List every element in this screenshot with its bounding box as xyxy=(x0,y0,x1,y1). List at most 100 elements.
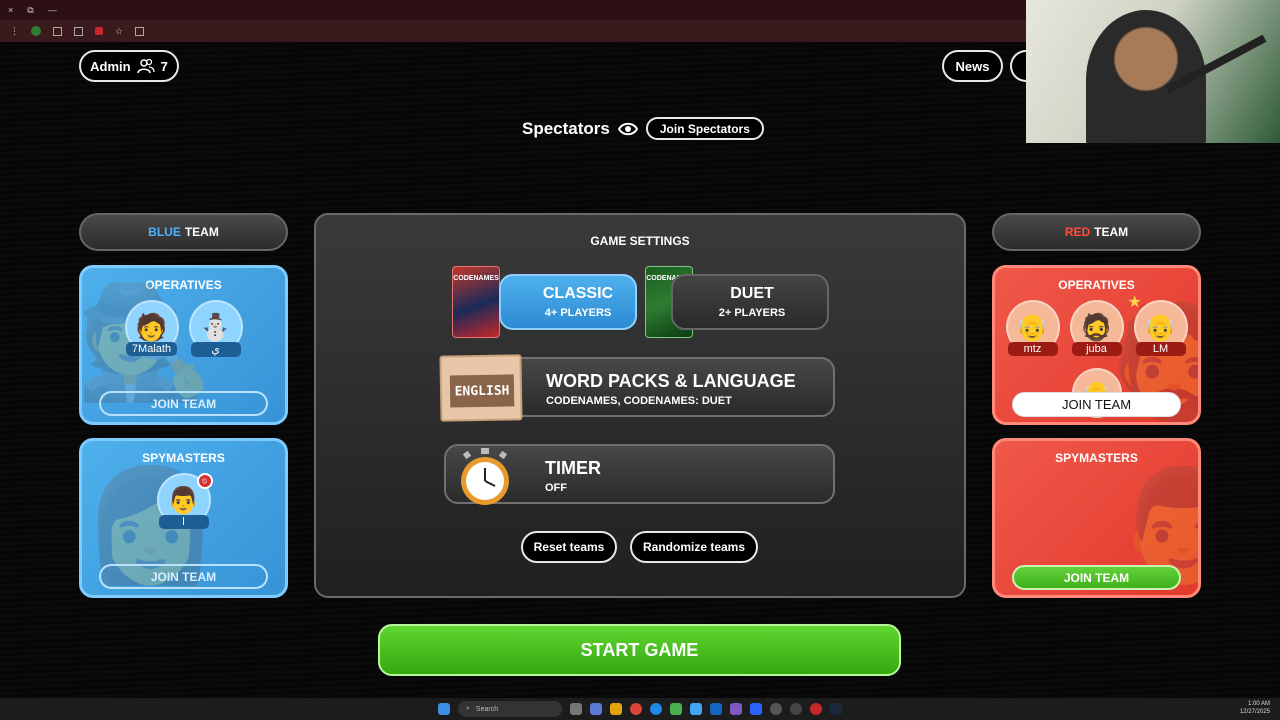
classic-players: 4+ PLAYERS xyxy=(544,307,612,319)
player-name: LM xyxy=(1135,342,1186,356)
app-icon[interactable] xyxy=(790,703,802,715)
spectators-bar: Spectators Join Spectators xyxy=(522,117,764,140)
blue-team-word: TEAM xyxy=(184,225,219,239)
language-card-text: ENGLISH xyxy=(449,374,515,408)
red-team-header: RED TEAM xyxy=(992,213,1201,251)
player-name: juba xyxy=(1071,342,1122,356)
blue-team-header: BLUE TEAM xyxy=(79,213,288,251)
player-avatar[interactable]: 👴 mtz xyxy=(1004,300,1062,356)
player-avatar[interactable]: ⛄ ي xyxy=(187,300,245,357)
news-button[interactable]: News xyxy=(942,50,1003,82)
player-name: l xyxy=(158,515,209,529)
discord-icon[interactable] xyxy=(730,703,742,715)
clock-time: 1:00 AM xyxy=(1247,701,1270,707)
classic-label: CLASSIC xyxy=(542,285,614,302)
game-settings-title: GAME SETTINGS xyxy=(590,234,690,248)
player-face-glyph: 👴 xyxy=(1144,311,1177,342)
blue-operatives-list: 🧑 7Malath ⛄ ي xyxy=(82,300,285,357)
taskbar-search-label: Search xyxy=(475,705,499,713)
timer-value: OFF xyxy=(545,482,567,494)
task-view-icon[interactable] xyxy=(570,703,582,715)
classic-mode-button[interactable]: CLASSIC 4+ PLAYERS xyxy=(499,274,637,330)
blue-team-color-word: BLUE xyxy=(148,225,181,239)
red-operatives-title: OPERATIVES xyxy=(1058,278,1135,292)
player-avatar[interactable]: 🧑 7Malath xyxy=(123,300,181,357)
steam-icon[interactable] xyxy=(830,703,842,715)
blue-spymasters-list: 👨 ⦸ l xyxy=(82,473,285,529)
classic-box-text: CODENAMES xyxy=(453,275,499,282)
red-spymasters-panel: 👨 SPYMASTERS JOIN TEAM xyxy=(992,438,1201,598)
player-avatar[interactable]: ★ 👴 LM xyxy=(1128,294,1190,356)
edge-icon[interactable] xyxy=(650,703,662,715)
red-operatives-panel: 🧔 OPERATIVES 👴 mtz 🧔 juba ★ 👴 LM 👴 JOIN … xyxy=(992,265,1201,425)
menu-icon[interactable]: ⋮ xyxy=(10,26,19,37)
news-label: News xyxy=(955,58,990,74)
start-game-button[interactable]: START GAME xyxy=(378,624,901,676)
system-clock[interactable]: 1:00 AM 12/27/2025 xyxy=(1240,700,1270,716)
blue-operatives-panel: 🕵 OPERATIVES 🧑 7Malath ⛄ ي JOIN TEAM xyxy=(79,265,288,425)
red-team-color-word: RED xyxy=(1064,225,1091,239)
app-icon[interactable] xyxy=(690,703,702,715)
red-operatives-join-button[interactable]: JOIN TEAM xyxy=(1012,392,1181,417)
record-icon[interactable] xyxy=(95,27,103,35)
obs-icon[interactable] xyxy=(770,703,782,715)
eye-icon xyxy=(617,122,638,135)
admin-button[interactable]: Admin 7 xyxy=(79,50,179,82)
duet-label: DUET xyxy=(730,285,774,302)
blue-operatives-join-button[interactable]: JOIN TEAM xyxy=(99,391,268,416)
file-explorer-icon[interactable] xyxy=(610,703,622,715)
player-name: mtz xyxy=(1007,342,1058,356)
player-avatar[interactable]: 👨 ⦸ l xyxy=(155,473,213,529)
app-icon[interactable] xyxy=(810,703,822,715)
windows-start-icon[interactable] xyxy=(438,703,450,715)
join-spectators-button[interactable]: Join Spectators xyxy=(645,117,764,140)
widgets-icon[interactable] xyxy=(590,703,602,715)
word-packs-title: WORD PACKS & LANGUAGE xyxy=(546,371,796,391)
red-operatives-list: 👴 mtz 🧔 juba ★ 👴 LM xyxy=(995,294,1198,356)
spectators-title: Spectators xyxy=(522,118,610,138)
disconnected-icon: ⦸ xyxy=(196,473,213,489)
language-card-image: ENGLISH xyxy=(439,354,523,422)
taskbar: ⌕ Search 1:00 AM 12/27/2025 xyxy=(0,698,1280,720)
bookmark-icon[interactable] xyxy=(135,26,145,36)
red-spymasters-title: SPYMASTERS xyxy=(1055,451,1138,465)
duet-players: 2+ PLAYERS xyxy=(718,307,786,319)
host-star-icon: ★ xyxy=(1127,294,1142,311)
red-spymasters-join-button[interactable]: JOIN TEAM xyxy=(1012,565,1181,590)
clock-date: 12/27/2025 xyxy=(1239,709,1270,715)
player-face-glyph: 🧔 xyxy=(1080,311,1113,342)
word-packs-button[interactable]: WORD PACKS & LANGUAGE CODENAMES, CODENAM… xyxy=(508,357,835,417)
app-icon[interactable] xyxy=(710,703,722,715)
blue-spymasters-title: SPYMASTERS xyxy=(142,451,225,465)
restore-window-button[interactable]: ⧉ xyxy=(27,5,33,16)
search-icon: ⌕ xyxy=(466,705,470,712)
blue-spymasters-panel: 👩 SPYMASTERS 👨 ⦸ l JOIN TEAM xyxy=(79,438,288,598)
tab-icon[interactable] xyxy=(53,26,62,36)
reset-teams-button[interactable]: Reset teams xyxy=(521,531,617,563)
player-face-glyph: 👨 xyxy=(167,484,200,515)
randomize-teams-button[interactable]: Randomize teams xyxy=(630,531,758,563)
players-icon xyxy=(136,58,155,74)
star-icon[interactable]: ☆ xyxy=(115,26,123,37)
admin-label: Admin xyxy=(90,58,131,74)
app-icon[interactable] xyxy=(670,703,682,715)
chrome-icon[interactable] xyxy=(630,703,642,715)
player-name: ي xyxy=(190,342,241,357)
player-name: 7Malath xyxy=(125,342,178,356)
duet-mode-button[interactable]: DUET 2+ PLAYERS xyxy=(671,274,829,330)
red-team-word: TEAM xyxy=(1094,225,1129,239)
codenames-classic-box-image: CODENAMES xyxy=(452,266,500,338)
extension-icon[interactable] xyxy=(31,26,41,36)
minimize-window-button[interactable]: — xyxy=(48,5,57,15)
close-window-button[interactable]: × xyxy=(8,5,13,15)
webcam-overlay xyxy=(1026,0,1280,143)
word-packs-selection: CODENAMES, CODENAMES: DUET xyxy=(546,395,732,407)
blue-spymasters-join-button[interactable]: JOIN TEAM xyxy=(99,564,268,589)
app-icon[interactable] xyxy=(750,703,762,715)
timer-title: TIMER xyxy=(545,458,601,478)
stopwatch-icon xyxy=(461,448,509,505)
taskbar-search[interactable]: ⌕ Search xyxy=(458,701,562,717)
copy-icon[interactable] xyxy=(74,26,83,36)
player-count: 7 xyxy=(160,58,168,74)
player-avatar[interactable]: 🧔 juba xyxy=(1068,300,1126,356)
